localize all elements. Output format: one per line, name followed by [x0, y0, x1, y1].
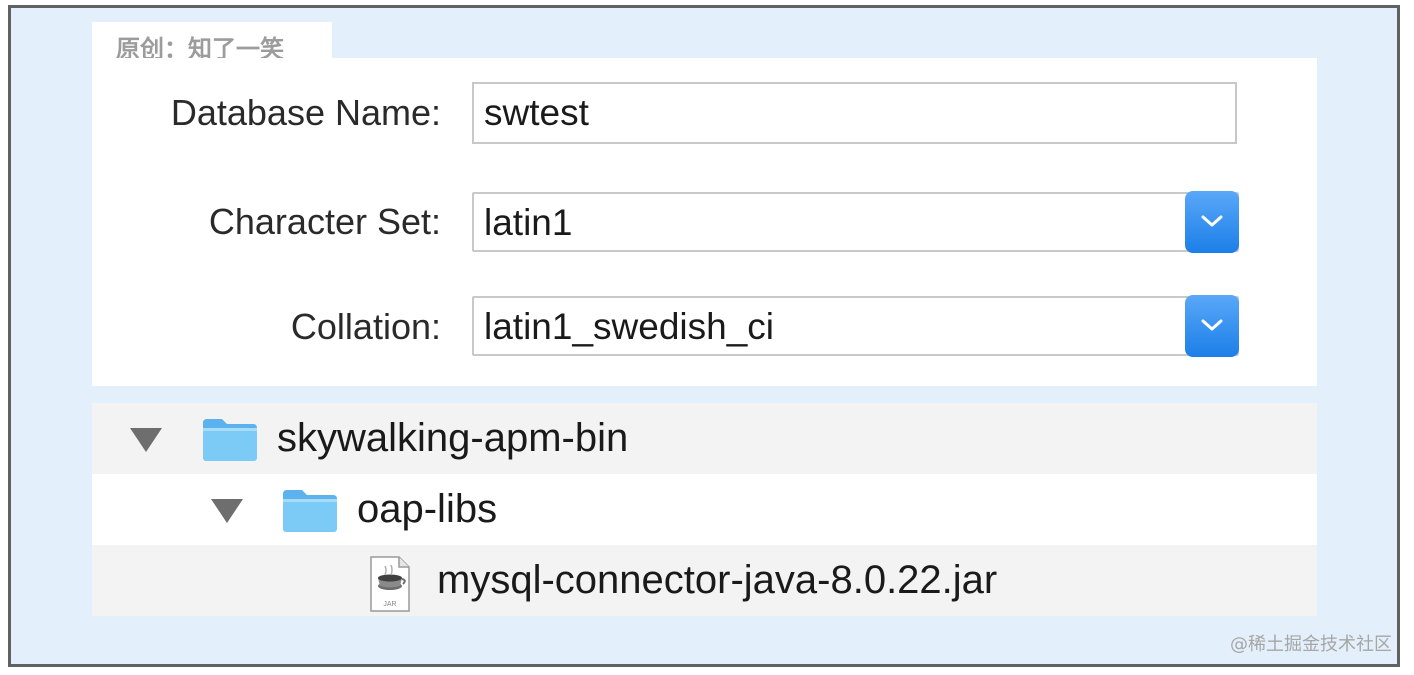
chevron-down-icon: [1201, 319, 1223, 331]
database-name-label: Database Name:: [170, 92, 441, 133]
disclosure-triangle-icon[interactable]: [209, 497, 245, 525]
jar-file-icon: JAR: [370, 556, 410, 612]
collation-select[interactable]: latin1_swedish_ci: [472, 295, 1239, 357]
disclosure-triangle-icon[interactable]: [128, 426, 164, 454]
jar-caption: JAR: [383, 601, 396, 608]
character-set-value: latin1: [484, 202, 573, 243]
database-form: Database Name: swtest Character Set: lat…: [92, 58, 1317, 386]
tree-row[interactable]: JAR mysql-connector-java-8.0.22.jar: [92, 545, 1317, 616]
character-set-label: Character Set:: [208, 201, 441, 242]
tree-row[interactable]: oap-libs: [92, 474, 1317, 545]
chevron-down-icon: [1201, 215, 1223, 227]
collation-value: latin1_swedish_ci: [484, 306, 775, 347]
tree-row[interactable]: skywalking-apm-bin: [92, 403, 1317, 474]
tree-item-label: mysql-connector-java-8.0.22.jar: [437, 558, 998, 602]
tab-label: 原创：知了一笑: [92, 22, 332, 63]
collation-dropdown-button[interactable]: [1185, 295, 1239, 357]
tree-item-label: oap-libs: [357, 487, 498, 531]
watermark: @稀土掘金技术社区: [1230, 634, 1392, 655]
database-name-input[interactable]: swtest: [472, 82, 1237, 144]
folder-icon: [203, 419, 257, 461]
folder-icon: [283, 490, 337, 532]
file-tree: skywalking-apm-bin oap-libs JAR mysql-co…: [92, 403, 1317, 616]
character-set-select[interactable]: latin1: [472, 191, 1239, 253]
tree-item-label: skywalking-apm-bin: [277, 416, 629, 460]
character-set-dropdown-button[interactable]: [1185, 191, 1239, 253]
collation-label: Collation:: [290, 306, 441, 347]
